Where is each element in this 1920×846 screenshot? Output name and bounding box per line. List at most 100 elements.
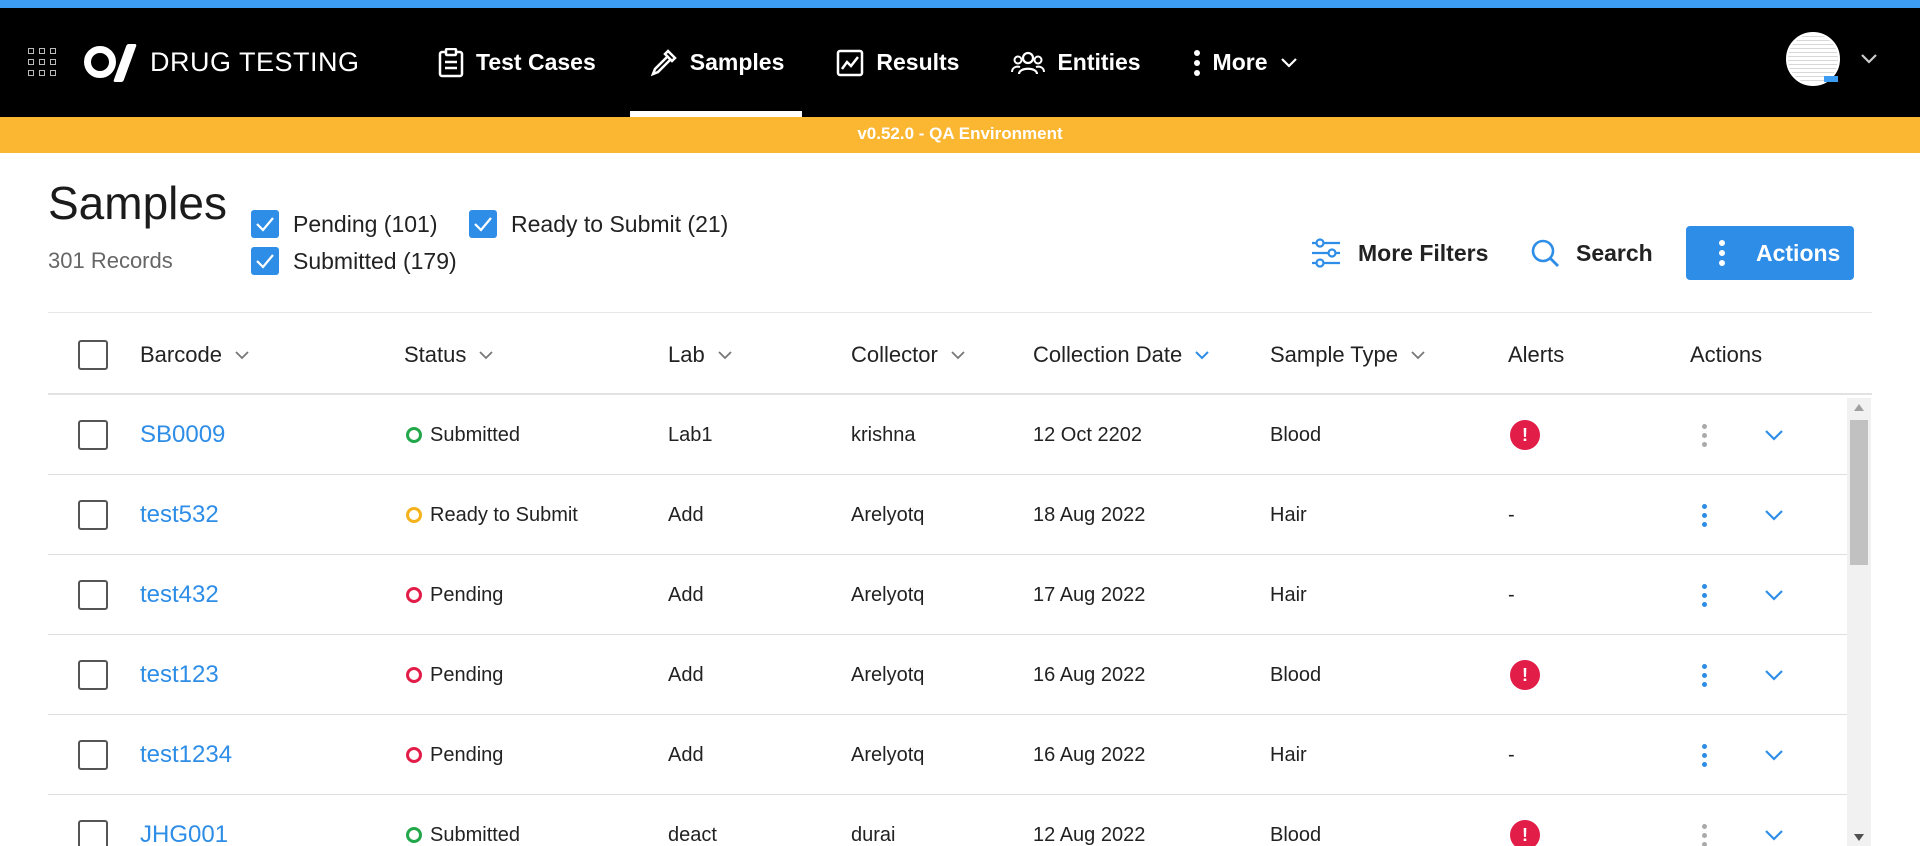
- checkbox-checked[interactable]: [251, 247, 279, 275]
- table-row[interactable]: SB0009 Submitted Lab1 krishna 12 Oct 2202 Blo…: [48, 395, 1848, 475]
- table-row[interactable]: test432 Pending Add Arelyotq 17 Aug 2022 Hair…: [48, 555, 1848, 635]
- row-checkbox[interactable]: [78, 580, 108, 610]
- table-row[interactable]: test123 Pending Add Arelyotq 16 Aug 2022 Bloo…: [48, 635, 1848, 715]
- checkbox-checked[interactable]: [251, 210, 279, 238]
- nav-label: Entities: [1057, 49, 1141, 75]
- status-cell: Ready to Submit: [406, 475, 578, 555]
- chevron-down-icon[interactable]: [1764, 429, 1784, 441]
- chevron-down-icon[interactable]: [1764, 829, 1784, 841]
- status-dot-icon: [406, 427, 422, 443]
- kebab-icon[interactable]: [1699, 743, 1709, 767]
- chevron-down-icon[interactable]: [1764, 749, 1784, 761]
- lab-cell: Add: [668, 743, 704, 766]
- nav-item-test-cases[interactable]: Test Cases: [420, 8, 614, 117]
- barcode-link[interactable]: SB0009: [140, 395, 225, 475]
- lab-cell: Add: [668, 503, 704, 526]
- row-select-cell: [78, 395, 108, 475]
- status-cell: Submitted: [406, 395, 520, 475]
- barcode-link[interactable]: test123: [140, 635, 219, 715]
- select-all-checkbox[interactable]: [78, 339, 108, 370]
- search-button[interactable]: Search: [1530, 238, 1653, 268]
- alert-icon[interactable]: !: [1510, 820, 1540, 846]
- nav-label: More: [1212, 49, 1268, 75]
- column-label: Sample Type: [1270, 341, 1399, 367]
- row-checkbox[interactable]: [78, 420, 108, 450]
- alert-cell: -: [1508, 743, 1515, 766]
- row-checkbox[interactable]: [78, 740, 108, 770]
- column-header-barcode[interactable]: Barcode: [140, 313, 250, 396]
- scroll-up-arrow-icon[interactable]: [1847, 398, 1871, 416]
- search-icon: [1531, 239, 1559, 267]
- column-label: Status: [404, 341, 467, 367]
- chevron-down-icon[interactable]: [1764, 669, 1784, 681]
- collection-date-cell: 16 Aug 2022: [1033, 743, 1146, 766]
- alert-cell: !: [1510, 795, 1540, 846]
- filter-submitted[interactable]: Submitted (179): [251, 247, 457, 275]
- nav-label: Test Cases: [476, 49, 596, 75]
- row-checkbox[interactable]: [78, 500, 108, 530]
- column-label: Collector: [851, 341, 938, 367]
- more-filters-button[interactable]: More Filters: [1310, 238, 1488, 268]
- app-launcher-icon[interactable]: [28, 48, 56, 76]
- kebab-icon[interactable]: [1699, 423, 1709, 447]
- sample-type-cell: Hair: [1270, 503, 1307, 526]
- column-header-actions: Actions: [1690, 313, 1762, 396]
- sample-type-cell: Blood: [1270, 663, 1322, 686]
- alert-cell: -: [1508, 503, 1515, 526]
- kebab-icon[interactable]: [1699, 503, 1709, 527]
- actions-button[interactable]: Actions: [1686, 226, 1854, 280]
- sample-type-cell: Hair: [1270, 583, 1307, 606]
- chevron-down-icon[interactable]: [1764, 589, 1784, 601]
- clipboard-icon: [438, 47, 464, 77]
- kebab-icon: [1719, 240, 1725, 266]
- row-checkbox[interactable]: [78, 660, 108, 690]
- chevron-down-icon[interactable]: [1764, 509, 1784, 521]
- user-menu[interactable]: [1786, 32, 1878, 86]
- row-expand-cell: [1764, 475, 1784, 555]
- filter-label: Ready to Submit (21): [511, 210, 729, 237]
- alert-icon[interactable]: !: [1510, 660, 1540, 690]
- row-menu-cell: [1699, 395, 1709, 475]
- scrollbar-thumb[interactable]: [1850, 420, 1868, 565]
- alert-icon[interactable]: !: [1510, 420, 1540, 450]
- environment-banner: v0.52.0 - QA Environment: [0, 117, 1920, 153]
- column-header-status[interactable]: Status: [404, 313, 494, 396]
- row-menu-cell: [1699, 715, 1709, 795]
- lab-cell: Lab1: [668, 423, 713, 446]
- column-header-lab[interactable]: Lab: [668, 313, 733, 396]
- checkbox-checked[interactable]: [469, 210, 497, 238]
- table-row[interactable]: test1234 Pending Add Arelyotq 16 Aug 2022 Hai…: [48, 715, 1848, 795]
- column-label: Barcode: [140, 341, 222, 367]
- chevron-down-icon: [235, 350, 249, 359]
- vertical-scrollbar[interactable]: [1847, 398, 1871, 846]
- nav-label: Results: [876, 49, 960, 75]
- table-row[interactable]: JHG001 Submitted deact durai 12 Aug 2022 Bloo…: [48, 795, 1848, 846]
- collection-date-cell: 12 Aug 2022: [1033, 823, 1146, 846]
- status-text: Submitted: [430, 823, 521, 846]
- nav-item-results[interactable]: Results: [818, 8, 977, 117]
- kebab-icon[interactable]: [1699, 583, 1709, 607]
- nav-item-entities[interactable]: Entities: [993, 8, 1158, 117]
- barcode-link[interactable]: test1234: [140, 715, 232, 795]
- kebab-icon: [1193, 49, 1200, 76]
- row-checkbox[interactable]: [78, 820, 108, 846]
- filter-pending[interactable]: Pending (101): [251, 210, 438, 238]
- actions-label: Actions: [1756, 239, 1841, 266]
- barcode-link[interactable]: test432: [140, 555, 219, 635]
- top-navbar: DRUG TESTING Test Cases Samples Results …: [0, 8, 1920, 117]
- column-header-collection-date[interactable]: Collection Date: [1033, 313, 1210, 396]
- column-header-collector[interactable]: Collector: [851, 313, 966, 396]
- brand[interactable]: DRUG TESTING: [84, 42, 360, 82]
- barcode-link[interactable]: test532: [140, 475, 219, 555]
- kebab-icon[interactable]: [1699, 823, 1709, 846]
- column-header-sample-type[interactable]: Sample Type: [1270, 313, 1426, 396]
- kebab-icon[interactable]: [1699, 663, 1709, 687]
- table-row[interactable]: test532 Ready to Submit Add Arelyotq 18 Aug …: [48, 475, 1848, 555]
- scroll-down-arrow-icon[interactable]: [1847, 828, 1871, 846]
- avatar[interactable]: [1786, 32, 1840, 86]
- status-text: Submitted: [430, 423, 521, 446]
- filter-ready-to-submit[interactable]: Ready to Submit (21): [469, 210, 728, 238]
- nav-item-samples[interactable]: Samples: [629, 8, 803, 117]
- nav-item-more[interactable]: More: [1175, 8, 1316, 117]
- barcode-link[interactable]: JHG001: [140, 795, 228, 846]
